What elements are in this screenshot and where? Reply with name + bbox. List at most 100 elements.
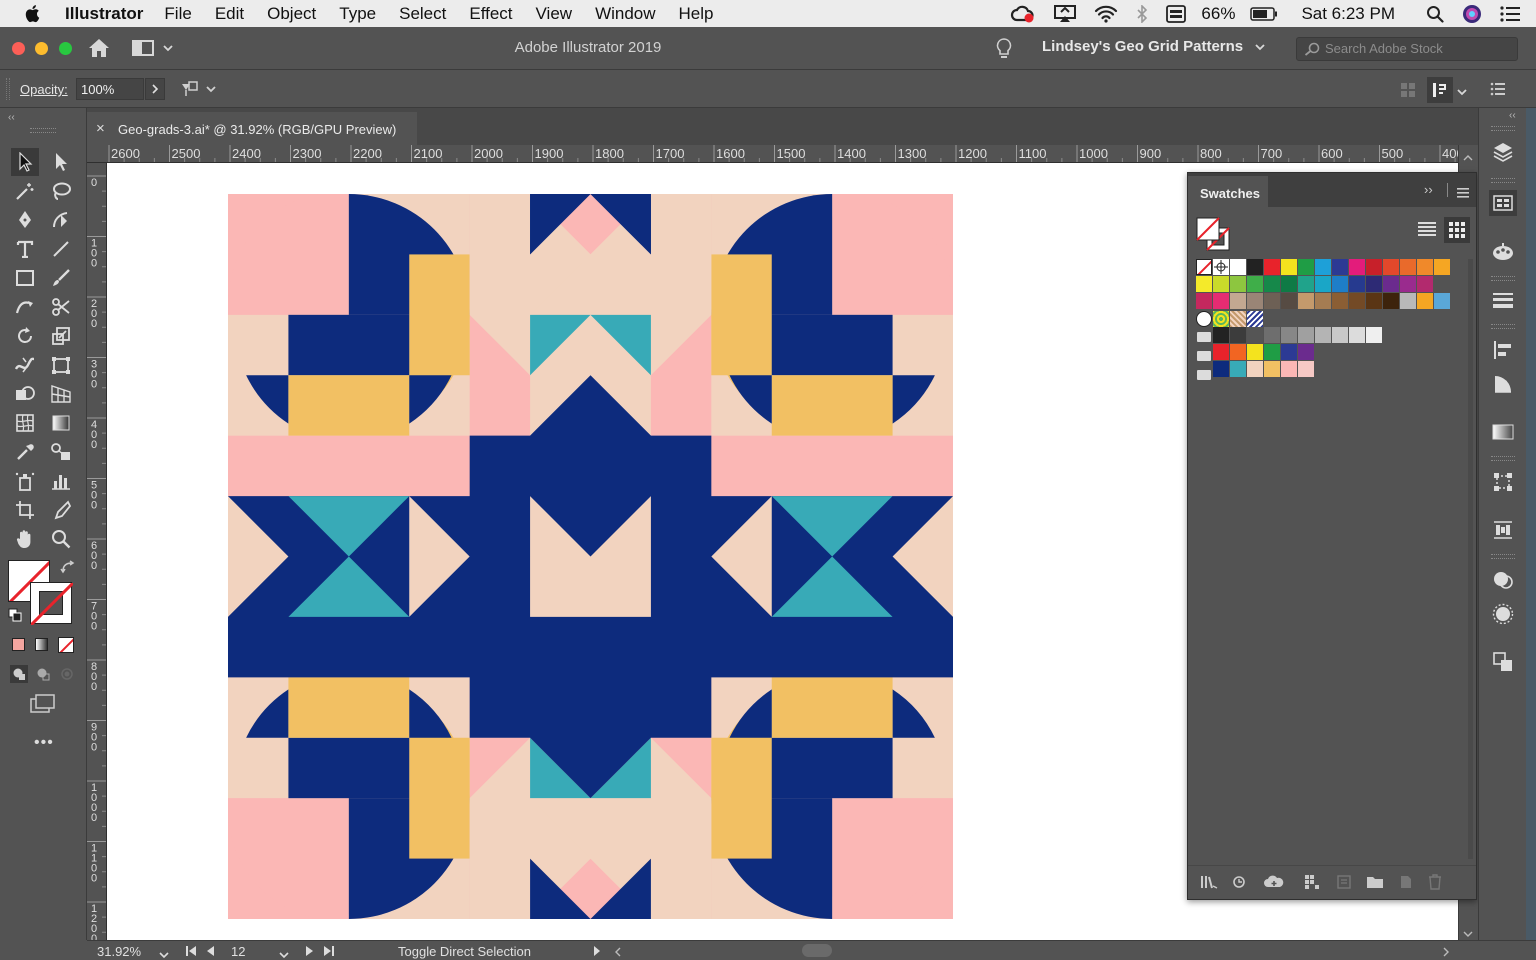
swatches-panel-header[interactable]: Swatches ›› [1188, 173, 1476, 207]
dock-grip[interactable] [1491, 276, 1515, 281]
perspective-grid-tool-icon[interactable] [47, 380, 75, 408]
color-swatch[interactable] [1332, 259, 1348, 275]
color-swatch[interactable] [1230, 276, 1246, 292]
opacity-field[interactable]: 100% [76, 78, 144, 100]
color-guide-palette-icon[interactable] [1491, 240, 1515, 264]
previous-artboard-icon[interactable] [205, 945, 215, 960]
hand-tool-icon[interactable] [11, 525, 39, 553]
home-icon[interactable] [88, 38, 110, 63]
app-menu-illustrator[interactable]: Illustrator [65, 4, 143, 24]
minimize-window-button[interactable] [35, 42, 48, 55]
notification-center-icon[interactable] [1500, 5, 1520, 22]
color-swatch[interactable] [1366, 276, 1382, 292]
swatch-libraries-icon[interactable] [1200, 875, 1218, 894]
color-swatch[interactable] [1383, 293, 1399, 309]
artboard-number[interactable]: 12 [231, 944, 245, 959]
align-to-icon[interactable] [180, 80, 220, 101]
color-swatch[interactable] [1349, 259, 1365, 275]
swatch-registration[interactable] [1213, 259, 1229, 275]
grid-view-icon[interactable] [1444, 217, 1470, 243]
blend-tool-icon[interactable] [47, 438, 75, 466]
pen-tool-icon[interactable] [11, 206, 39, 234]
menu-help[interactable]: Help [679, 4, 714, 24]
color-swatch[interactable] [1264, 361, 1280, 377]
zoom-window-button[interactable] [59, 42, 72, 55]
default-fill-stroke-icon[interactable] [8, 608, 22, 627]
graphic-styles-icon[interactable] [1491, 602, 1515, 626]
last-artboard-icon[interactable] [323, 945, 335, 960]
color-swatch[interactable] [1417, 293, 1433, 309]
color-swatch[interactable] [1196, 293, 1212, 309]
color-swatch[interactable] [1349, 293, 1365, 309]
gradient-mode-button[interactable] [35, 638, 48, 651]
menu-view[interactable]: View [536, 4, 573, 24]
dock-grip[interactable] [1491, 456, 1515, 461]
pathfinder-panel-icon[interactable] [1491, 650, 1515, 674]
artboard-tool-icon[interactable] [11, 496, 39, 524]
close-window-button[interactable] [12, 42, 25, 55]
gradient-panel-icon[interactable] [1491, 420, 1515, 444]
color-swatch[interactable] [1332, 276, 1348, 292]
swatch-pattern[interactable] [1230, 311, 1246, 327]
color-swatch[interactable] [1298, 361, 1314, 377]
swatch-group-folder-icon[interactable] [1197, 370, 1211, 380]
color-swatch[interactable] [1213, 344, 1229, 360]
menu-select[interactable]: Select [399, 4, 446, 24]
horizontal-scrollbar[interactable] [612, 942, 1452, 959]
spotlight-search-icon[interactable] [1426, 5, 1444, 23]
shape-builder-tool-icon[interactable] [11, 380, 39, 408]
color-swatch[interactable] [1247, 327, 1263, 343]
color-swatch[interactable] [1247, 361, 1263, 377]
color-swatch[interactable] [1264, 327, 1280, 343]
rectangle-tool-icon[interactable] [11, 264, 39, 292]
menu-type[interactable]: Type [339, 4, 376, 24]
rotate-tool-icon[interactable] [11, 322, 39, 350]
scroll-right-arrow-icon[interactable] [1442, 945, 1450, 960]
color-swatch[interactable] [1315, 276, 1331, 292]
swatches-panel-icon[interactable] [1489, 190, 1517, 216]
color-swatch[interactable] [1230, 344, 1246, 360]
draw-normal-icon[interactable] [10, 665, 28, 683]
adobe-stock-search-input[interactable]: Search Adobe Stock [1296, 37, 1518, 61]
color-swatch[interactable] [1434, 259, 1450, 275]
none-mode-button[interactable] [58, 637, 74, 653]
color-swatch[interactable] [1366, 259, 1382, 275]
battery-icon[interactable] [1250, 6, 1278, 21]
screen-mode-icon[interactable] [30, 694, 56, 719]
align-panel-icon[interactable] [1491, 338, 1515, 362]
color-swatch[interactable] [1366, 293, 1382, 309]
paintbrush-tool-icon[interactable] [47, 264, 75, 292]
arrange-grid-icon[interactable] [1400, 82, 1416, 101]
edit-toolbar-icon[interactable]: ••• [34, 734, 54, 752]
color-swatch[interactable] [1213, 293, 1229, 309]
dock-grip[interactable] [1491, 554, 1515, 559]
new-color-group-icon[interactable] [1336, 874, 1352, 895]
draw-behind-icon[interactable] [34, 665, 52, 683]
delete-swatch-icon[interactable] [1428, 874, 1442, 895]
first-artboard-icon[interactable] [185, 945, 197, 960]
color-swatch[interactable] [1332, 327, 1348, 343]
color-swatch[interactable] [1315, 293, 1331, 309]
new-swatch-icon[interactable] [1398, 874, 1414, 895]
zoom-tool-icon[interactable] [47, 525, 75, 553]
color-swatch[interactable] [1264, 259, 1280, 275]
siri-icon[interactable] [1462, 4, 1482, 24]
swatch-pattern[interactable] [1247, 311, 1263, 327]
color-swatch[interactable] [1281, 344, 1297, 360]
dock-grip[interactable] [1491, 324, 1515, 329]
scroll-up-arrow-icon[interactable] [1463, 149, 1473, 167]
tools-panel-grip[interactable] [30, 128, 56, 133]
color-swatch[interactable] [1281, 327, 1297, 343]
panel-menu-icon[interactable] [1490, 82, 1506, 99]
stroke-swatch[interactable] [30, 582, 73, 625]
transform-panel-icon[interactable] [1427, 77, 1453, 103]
color-swatch[interactable] [1264, 293, 1280, 309]
list-view-icon[interactable] [1418, 221, 1436, 242]
menubar-clock[interactable]: Sat 6:23 PM [1301, 4, 1395, 24]
width-tool-icon[interactable] [11, 351, 39, 379]
horizontal-scroll-thumb[interactable] [802, 944, 832, 957]
screen-share-icon[interactable] [1054, 4, 1077, 23]
status-menu-arrow-icon[interactable] [593, 945, 601, 960]
color-swatch[interactable] [1400, 276, 1416, 292]
color-swatch[interactable] [1400, 293, 1416, 309]
